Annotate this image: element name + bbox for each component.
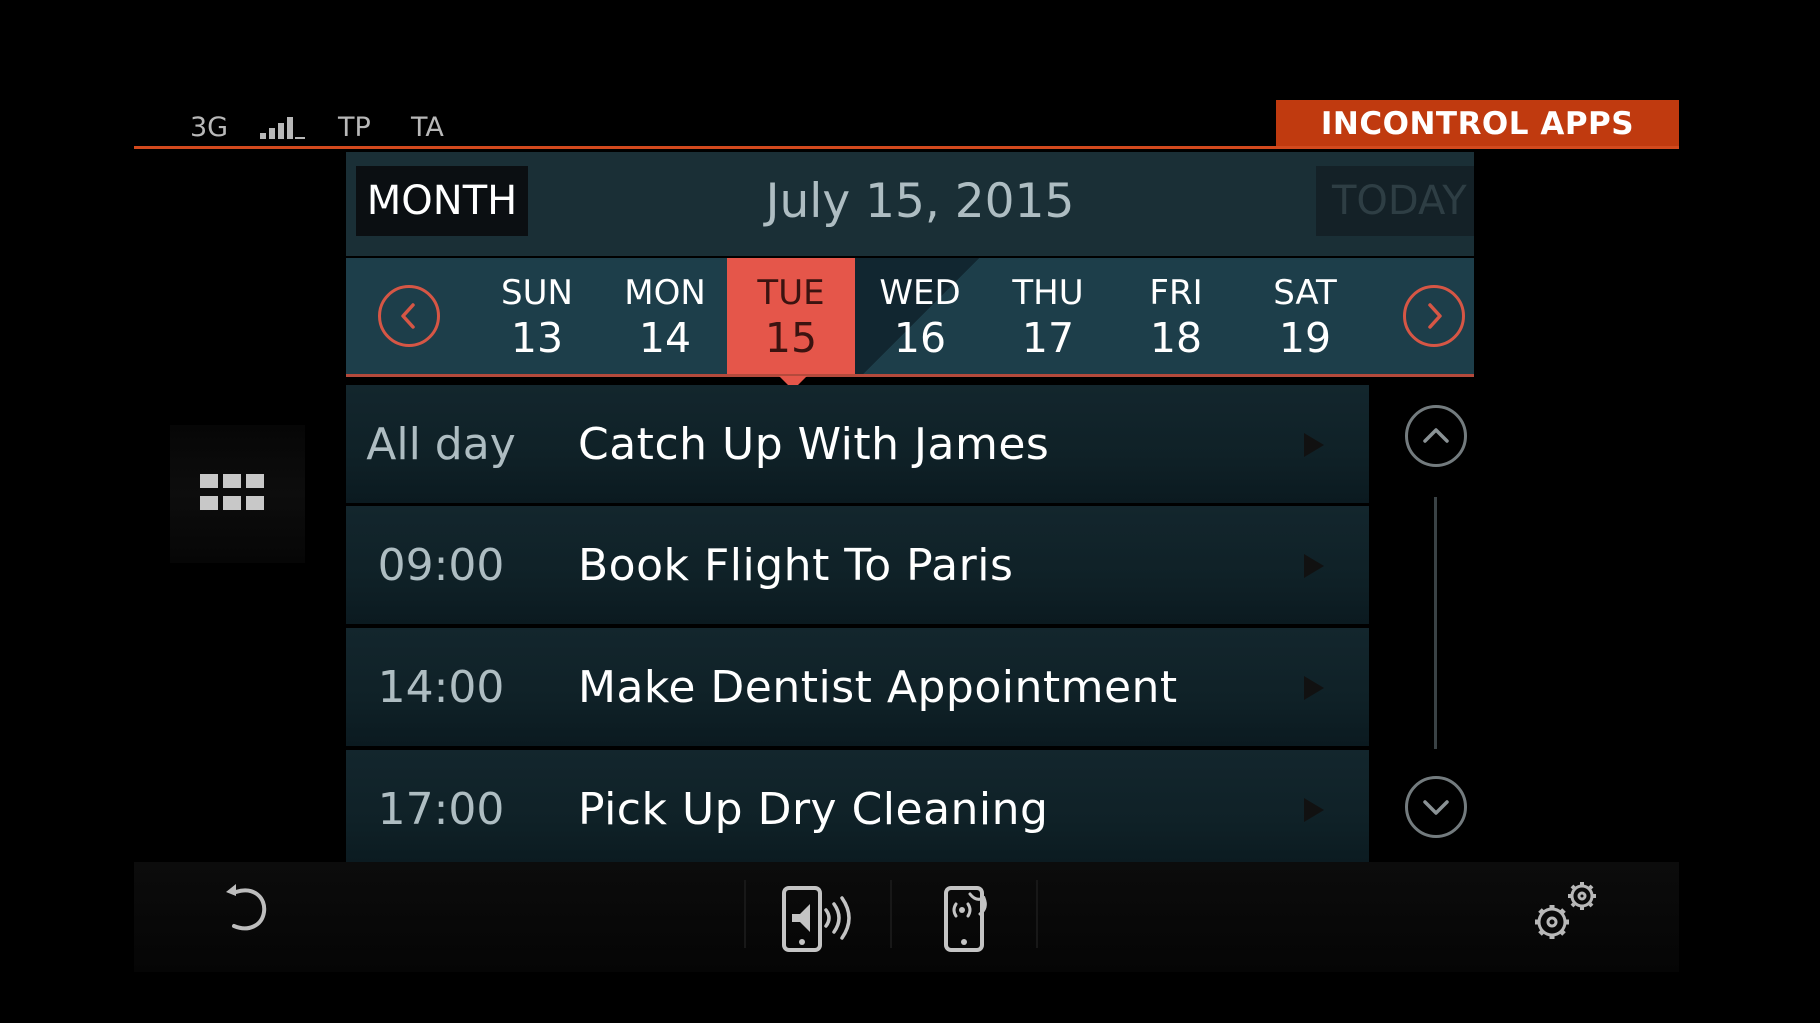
play-arrow-icon [1304,554,1324,578]
bottom-bar [134,862,1679,972]
day-name: THU [1012,273,1084,313]
event-time: All day [366,418,516,470]
event-row[interactable]: 17:00 Pick Up Dry Cleaning [346,750,1369,868]
bottom-divider [1036,880,1038,948]
settings-gears-icon[interactable] [1528,876,1604,946]
chevron-left-icon [401,303,415,329]
phone-speaker-icon[interactable] [780,884,860,954]
day-name: MON [624,273,706,313]
event-row[interactable]: 14:00 Make Dentist Appointment [346,628,1369,746]
day-date: 15 [764,314,818,362]
day-date: 17 [1021,314,1075,362]
phone-voice-icon[interactable] [940,884,996,954]
play-arrow-icon [1304,798,1324,822]
infotainment-screen: 3G TP TA INCONTROL APPS MONTH July 15, 2… [0,0,1820,1023]
event-time: 17:00 [377,783,505,835]
day-name: SUN [501,273,573,313]
play-arrow-icon [1304,433,1324,457]
chevron-up-icon [1423,428,1449,443]
day-sun[interactable]: SUN 13 [473,258,601,376]
day-mon[interactable]: MON 14 [601,258,729,376]
chevron-down-icon [1423,800,1449,815]
scroll-up-button[interactable] [1405,405,1467,467]
current-date-title: July 15, 2015 [765,173,1075,229]
day-thu[interactable]: THU 17 [984,258,1112,376]
scroll-down-button[interactable] [1405,776,1467,838]
chevron-right-icon [1428,303,1442,329]
event-time: 09:00 [377,539,505,591]
today-button[interactable]: TODAY [1316,166,1474,236]
back-arrow-icon[interactable] [222,880,272,936]
bottom-divider [744,880,746,948]
next-week-button[interactable] [1403,285,1465,347]
apps-grid-icon[interactable] [200,474,264,510]
event-row[interactable]: All day Catch Up With James [346,385,1369,503]
day-date: 19 [1278,314,1332,362]
day-fri[interactable]: FRI 18 [1112,258,1240,376]
event-title: Catch Up With James [578,418,1050,470]
app-title: INCONTROL APPS [1276,100,1679,147]
bottom-divider [890,880,892,948]
day-sat[interactable]: SAT 19 [1241,258,1369,376]
signal-bars-icon [260,117,305,139]
day-name: FRI [1149,273,1203,313]
day-name: SAT [1273,273,1337,313]
day-wed[interactable]: WED 16 [856,258,984,376]
day-name: TUE [757,273,825,313]
traffic-announcement-indicator: TA [411,112,444,143]
day-tue-selected[interactable]: TUE 15 [727,258,855,376]
day-date: 14 [638,314,692,362]
play-arrow-icon [1304,676,1324,700]
traffic-program-indicator: TP [338,112,371,143]
scrollbar-track[interactable] [1434,497,1437,749]
header-divider [134,146,1679,149]
network-indicator: 3G [190,112,229,143]
event-title: Pick Up Dry Cleaning [578,783,1049,835]
week-strip-underline [346,374,1474,377]
day-date: 13 [510,314,564,362]
day-date: 18 [1149,314,1203,362]
day-name: WED [879,273,961,313]
event-title: Book Flight To Paris [578,539,1014,591]
event-title: Make Dentist Appointment [578,661,1178,713]
event-time: 14:00 [377,661,505,713]
day-date: 16 [893,314,947,362]
event-row[interactable]: 09:00 Book Flight To Paris [346,506,1369,624]
month-view-button[interactable]: MONTH [356,166,528,236]
previous-week-button[interactable] [378,285,440,347]
